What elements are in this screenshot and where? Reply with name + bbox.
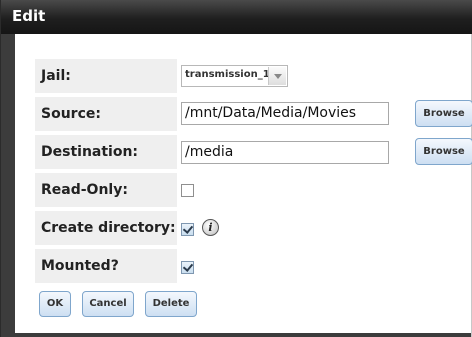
read-only-row: Read-Only: [35,173,177,207]
destination-input[interactable]: /media [181,141,389,164]
source-browse-button[interactable]: Browse [415,100,472,127]
read-only-label: Read-Only: [35,173,177,207]
jail-select-value: transmission_1 [185,69,270,80]
read-only-checkbox[interactable] [181,184,194,197]
dialog-bottom-shadow [15,333,472,337]
jail-select[interactable]: transmission_1 [181,65,288,87]
mounted-label: Mounted? [35,249,177,283]
destination-row: Destination: [35,135,177,169]
info-icon[interactable]: i [202,219,219,236]
destination-label: Destination: [35,135,177,169]
chevron-down-icon[interactable] [268,67,286,85]
jail-label: Jail: [35,59,177,93]
create-directory-row: Create directory: [35,211,177,245]
ok-button[interactable]: OK [39,291,71,317]
mounted-row: Mounted? [35,249,177,283]
source-input[interactable]: /mnt/Data/Media/Movies [181,102,389,125]
dialog-titlebar[interactable]: Edit [1,0,472,34]
jail-row: Jail: [35,59,177,93]
create-directory-checkbox[interactable] [181,223,194,236]
dialog-left-shadow [1,34,15,337]
destination-browse-button[interactable]: Browse [415,138,472,165]
cancel-button[interactable]: Cancel [82,291,134,317]
mounted-checkbox[interactable] [181,261,194,274]
source-row: Source: [35,97,177,131]
edit-dialog: Edit Jail: transmission_1 Source: /mnt/D… [0,0,472,337]
create-directory-label: Create directory: [35,211,177,245]
dialog-title: Edit [12,7,46,25]
source-label: Source: [35,97,177,131]
delete-button[interactable]: Delete [145,291,197,317]
